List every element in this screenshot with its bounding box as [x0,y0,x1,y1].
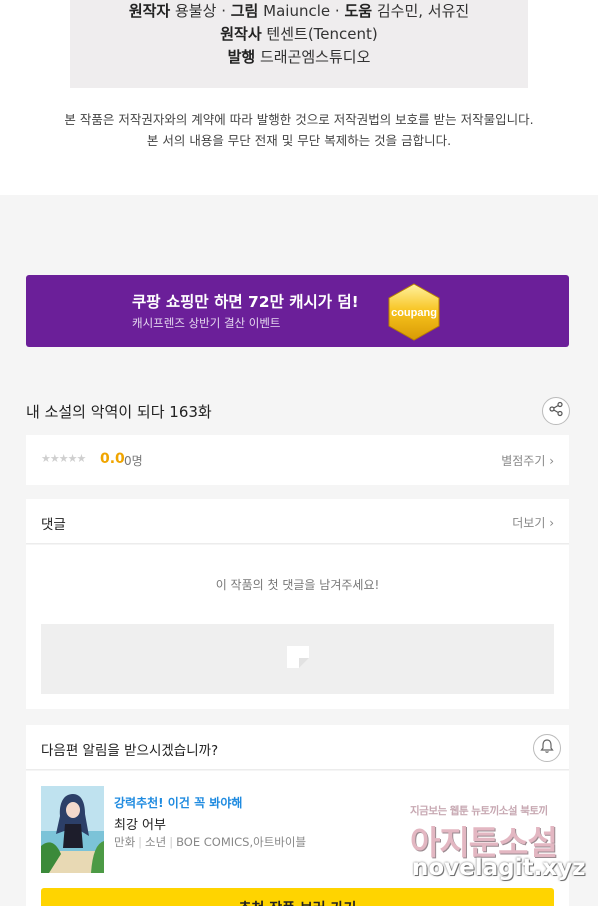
recommend-button[interactable]: 추천 작품 보러 가기 [41,888,554,906]
credit-role: 원작사 [220,25,262,43]
rating-count: 0명 [124,454,143,468]
coupang-badge-icon: coupang [386,282,442,342]
recommend-tag: 강력추천! 이건 꼭 봐야해 [114,796,243,810]
notice-line: 본 서의 내용을 무단 전재 및 무단 복제하는 것을 금합니다. [146,133,452,148]
credit-line-2: 원작사 텐센트(Tencent) [70,23,528,46]
credit-role: 발행 [227,48,256,66]
recommend-publisher: BOE COMICS,아트바이블 [176,835,307,849]
banner-title: 쿠팡 쇼핑만 하면 72만 캐시가 덤! [132,293,359,311]
comments-header: 댓글 더보기 › [26,499,569,544]
bell-icon [539,738,555,758]
rating-stars[interactable]: ★★★★★ [41,452,86,465]
comments-body: 이 작품의 첫 댓글을 남겨주세요! [26,545,569,709]
comment-placeholder-icon [286,646,309,672]
notify-header: 다음편 알림을 받으시겠습니까? [26,725,569,770]
comments-label: 댓글 [41,517,66,533]
coupang-badge-text: coupang [391,307,437,319]
credit-role: 도움 [344,2,373,20]
credit-name: 용불상 [175,2,217,20]
credit-role: 그림 [230,2,259,20]
credit-separator: · [221,2,226,20]
share-button[interactable] [542,397,570,425]
credit-line-1: 원작자 용불상 · 그림 Maiuncle · 도움 김수민, 서유진 [70,0,528,23]
notify-bell-button[interactable] [533,734,561,762]
rate-button[interactable]: 별점주기 › [501,452,554,469]
credits-section: 원작자 용불상 · 그림 Maiuncle · 도움 김수민, 서유진 원작사 … [0,0,598,195]
credit-name: 텐센트(Tencent) [266,25,378,43]
recommend-genre: 만화 [114,835,136,849]
credit-line-3: 발행 드래곤엠스튜디오 [70,46,528,69]
credit-name: Maiuncle [263,2,331,20]
comments-more-link[interactable]: 더보기 › [512,514,554,531]
recommend-title[interactable]: 최강 어부 [114,814,166,833]
copyright-notice: 본 작품은 저작권자와의 계약에 따라 발행한 것으로 저작권법의 보호를 받는… [0,109,598,151]
notify-question: 다음편 알림을 받으시겠습니까? [41,743,219,759]
rating-card: ★★★★★ 0.0 0명 별점주기 › [26,435,569,485]
credit-name: 김수민, 서유진 [376,2,470,20]
recommend-thumbnail[interactable] [41,786,104,873]
credit-role: 원작자 [128,2,171,20]
episode-title: 내 소설의 악역이 되다 163화 [26,403,212,421]
recommend-category: 소년 [145,835,167,849]
credit-name: 드래곤엠스튜디오 [259,48,371,66]
rating-score: 0.0 [100,451,125,467]
coupang-banner[interactable]: coupang 쿠팡 쇼핑만 하면 72만 캐시가 덤! 캐시프렌즈 상반기 결… [26,275,569,347]
credit-separator: · [334,2,340,20]
watermark: 지금보는 웹툰 뉴토끼소설 북토끼 아지툰소설 novelagit.xyz [408,803,586,888]
share-icon [548,401,564,421]
watermark-url: novelagit.xyz [412,855,586,881]
notice-line: 본 작품은 저작권자와의 계약에 따라 발행한 것으로 저작권법의 보호를 받는… [64,112,534,127]
empty-comments-message: 이 작품의 첫 댓글을 남겨주세요! [215,578,380,592]
comment-input-box[interactable] [41,624,554,694]
banner-subtitle: 캐시프렌즈 상반기 결산 이벤트 [132,316,281,330]
credits-box: 원작자 용불상 · 그림 Maiuncle · 도움 김수민, 서유진 원작사 … [70,0,528,88]
recommend-meta: 만화 | 소년 | BOE COMICS,아트바이블 [114,835,307,849]
